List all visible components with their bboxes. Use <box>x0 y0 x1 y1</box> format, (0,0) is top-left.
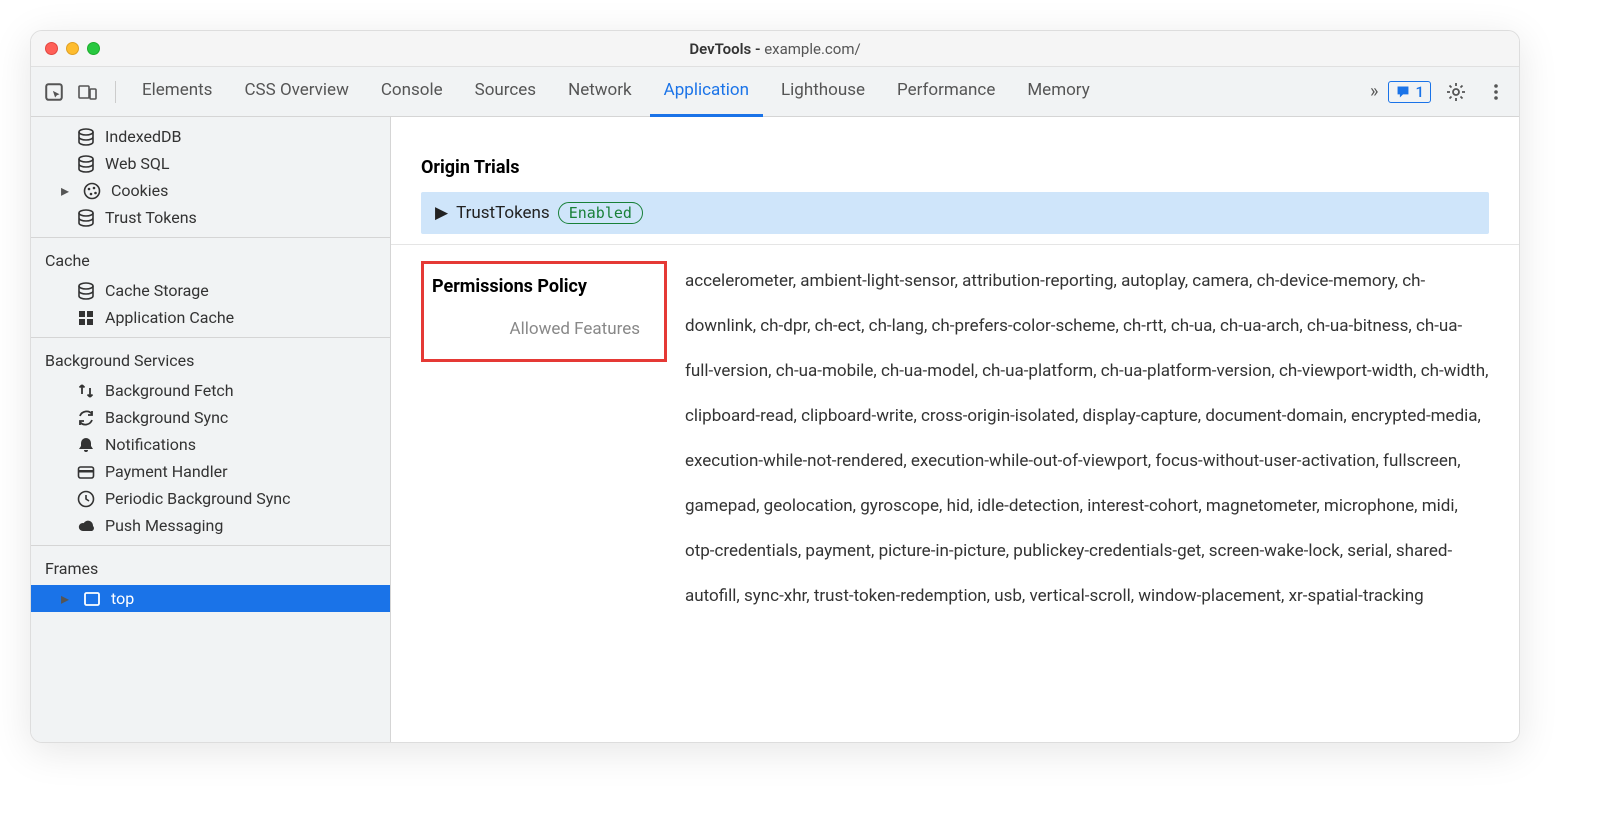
permissions-policy-title: Permissions Policy <box>432 276 648 297</box>
origin-trials-title: Origin Trials <box>421 157 1489 178</box>
sidebar-item-payment-handler[interactable]: Payment Handler <box>31 458 390 485</box>
tab-lighthouse[interactable]: Lighthouse <box>767 67 879 117</box>
bell-icon <box>77 436 95 454</box>
divider <box>115 81 116 103</box>
sidebar-item-top[interactable]: ▸ top <box>31 585 390 612</box>
origin-trials-section: Origin Trials ▶ TrustTokens Enabled <box>391 137 1519 245</box>
tab-memory[interactable]: Memory <box>1013 67 1103 117</box>
sidebar-header-bg[interactable]: Background Services <box>31 344 390 377</box>
sidebar-item-notifications[interactable]: Notifications <box>31 431 390 458</box>
device-toggle-button[interactable] <box>73 77 103 107</box>
tab-performance[interactable]: Performance <box>883 67 1009 117</box>
sidebar-item-label: Background Sync <box>105 408 228 427</box>
db-icon <box>77 155 95 173</box>
sync-icon <box>77 409 95 427</box>
window-title: DevTools - example.com/ <box>31 40 1519 58</box>
cloud-icon <box>77 517 95 535</box>
sidebar-item-label: Application Cache <box>105 308 234 327</box>
sidebar-item-push-messaging[interactable]: Push Messaging <box>31 512 390 539</box>
allowed-features-label: Allowed Features <box>428 319 648 339</box>
sidebar-header-frames[interactable]: Frames <box>31 552 390 585</box>
sidebar-group-bg: Background Services Background Fetch Back… <box>31 338 390 546</box>
gear-icon <box>1446 82 1466 102</box>
frame-icon <box>83 590 101 608</box>
main-content: Origin Trials ▶ TrustTokens Enabled Perm… <box>391 117 1519 742</box>
tab-sources[interactable]: Sources <box>461 67 550 117</box>
db-icon <box>77 128 95 146</box>
tab-elements[interactable]: Elements <box>128 67 226 117</box>
triangle-right-icon: ▸ <box>61 589 73 608</box>
sidebar-item-label: Background Fetch <box>105 381 234 400</box>
cookie-icon <box>83 182 101 200</box>
sidebar-item-background-fetch[interactable]: Background Fetch <box>31 377 390 404</box>
tab-css-overview[interactable]: CSS Overview <box>230 67 362 117</box>
sidebar-item-periodic-background-sync[interactable]: Periodic Background Sync <box>31 485 390 512</box>
sidebar: IndexedDB Web SQL ▸ Cookies Trust Tokens Cac… <box>31 117 391 742</box>
allowed-features-list: accelerometer, ambient-light-sensor, att… <box>667 259 1489 619</box>
sidebar-item-web-sql[interactable]: Web SQL <box>31 150 390 177</box>
sidebar-item-indexeddb[interactable]: IndexedDB <box>31 123 390 150</box>
sidebar-item-label: top <box>111 589 134 608</box>
messages-badge[interactable]: 1 <box>1388 81 1431 103</box>
permissions-policy-section: Permissions Policy Allowed Features acce… <box>391 245 1519 649</box>
sidebar-item-cache-storage[interactable]: Cache Storage <box>31 277 390 304</box>
card-icon <box>77 463 95 481</box>
tab-network[interactable]: Network <box>554 67 646 117</box>
tab-console[interactable]: Console <box>367 67 457 117</box>
tab-application[interactable]: Application <box>650 67 763 117</box>
trial-name: TrustTokens <box>456 203 550 223</box>
more-tabs-button[interactable]: » <box>1370 81 1378 102</box>
triangle-right-icon: ▶ <box>435 203 448 223</box>
sidebar-item-label: Cache Storage <box>105 281 209 300</box>
sidebar-item-trust-tokens[interactable]: Trust Tokens <box>31 204 390 231</box>
sidebar-item-cookies[interactable]: ▸ Cookies <box>31 177 390 204</box>
dots-vertical-icon <box>1486 82 1506 102</box>
grid-icon <box>77 309 95 327</box>
tabs: ElementsCSS OverviewConsoleSourcesNetwor… <box>128 67 1366 117</box>
sidebar-group-frames: Frames ▸ top <box>31 546 390 618</box>
updn-icon <box>77 382 95 400</box>
trial-status-badge: Enabled <box>558 202 643 224</box>
sidebar-item-background-sync[interactable]: Background Sync <box>31 404 390 431</box>
sidebar-header-cache[interactable]: Cache <box>31 244 390 277</box>
tabbar: ElementsCSS OverviewConsoleSourcesNetwor… <box>31 67 1519 117</box>
titlebar: DevTools - example.com/ <box>31 31 1519 67</box>
menu-button[interactable] <box>1481 77 1511 107</box>
clock-icon <box>77 490 95 508</box>
sidebar-item-label: Web SQL <box>105 154 170 173</box>
sidebar-group-cache: Cache Cache Storage Application Cache <box>31 238 390 338</box>
sidebar-item-label: Cookies <box>111 181 168 200</box>
sidebar-item-label: Payment Handler <box>105 462 228 481</box>
inspect-button[interactable] <box>39 77 69 107</box>
devtools-window: DevTools - example.com/ ElementsCSS Over… <box>30 30 1520 743</box>
message-icon <box>1395 85 1411 99</box>
origin-trial-row[interactable]: ▶ TrustTokens Enabled <box>421 192 1489 234</box>
sidebar-item-label: Trust Tokens <box>105 208 197 227</box>
highlight-box: Permissions Policy Allowed Features <box>421 261 667 362</box>
sidebar-item-label: Periodic Background Sync <box>105 489 290 508</box>
sidebar-item-label: Push Messaging <box>105 516 223 535</box>
settings-button[interactable] <box>1441 77 1471 107</box>
db-icon <box>77 282 95 300</box>
sidebar-item-application-cache[interactable]: Application Cache <box>31 304 390 331</box>
messages-count: 1 <box>1415 83 1424 101</box>
sidebar-item-label: Notifications <box>105 435 196 454</box>
sidebar-item-label: IndexedDB <box>105 127 181 146</box>
db-icon <box>77 209 95 227</box>
triangle-right-icon: ▸ <box>61 181 73 200</box>
sidebar-group-storage: IndexedDB Web SQL ▸ Cookies Trust Tokens <box>31 117 390 238</box>
